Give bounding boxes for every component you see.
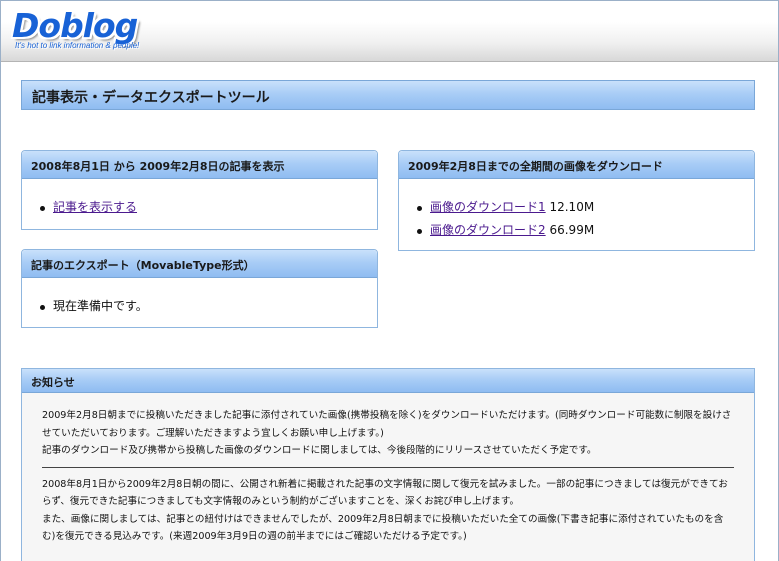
images-panel: 2009年2月8日までの全期間の画像をダウンロード 画像のダウンロード1 12.… [398, 150, 755, 251]
logo-tagline: It's hot to link information & people! [15, 41, 140, 50]
list-item: 現在準備中です。 [40, 295, 377, 318]
notice-divider [42, 466, 734, 468]
page-title: 記事表示・データエクスポートツール [21, 80, 755, 110]
notice-panel: お知らせ 2009年2月8日朝までに投稿いただきました記事に添付されていた画像(… [21, 368, 755, 561]
image-download-1-link[interactable]: 画像のダウンロード1 [430, 200, 546, 214]
images-panel-title: 2009年2月8日までの全期間の画像をダウンロード [399, 151, 754, 179]
articles-list: 記事を表示する [22, 179, 377, 219]
view-articles-link[interactable]: 記事を表示する [53, 200, 137, 214]
notice-body: 2009年2月8日朝までに投稿いただきました記事に添付されていた画像(携帯投稿を… [22, 393, 754, 546]
image-download-1-size: 12.10M [549, 200, 595, 214]
export-panel: 記事のエクスポート（MovableType形式） 現在準備中です。 [21, 249, 378, 328]
list-item: 画像のダウンロード2 66.99M [417, 219, 754, 242]
articles-panel: 2008年8月1日 から 2009年2月8日の記事を表示 記事を表示する [21, 150, 378, 230]
images-list: 画像のダウンロード1 12.10M 画像のダウンロード2 66.99M [399, 179, 754, 242]
notice-title: お知らせ [22, 369, 754, 393]
export-list: 現在準備中です。 [22, 278, 377, 318]
notice-paragraph: また、画像に関しましては、記事との紐付けはできませんでしたが、2009年2月8日… [42, 513, 724, 543]
list-item: 画像のダウンロード1 12.10M [417, 196, 754, 219]
articles-panel-title: 2008年8月1日 から 2009年2月8日の記事を表示 [22, 151, 377, 179]
export-status-text: 現在準備中です。 [53, 299, 148, 313]
image-download-2-link[interactable]: 画像のダウンロード2 [430, 223, 546, 237]
image-download-2-size: 66.99M [549, 223, 595, 237]
list-item: 記事を表示する [40, 196, 377, 219]
doblog-logo[interactable]: Doblog [12, 9, 138, 43]
site-header: Doblog It's hot to link information & pe… [1, 1, 778, 62]
notice-paragraph: 2008年8月1日から2009年2月8日朝の間に、公開され新着に掲載された記事の… [42, 478, 728, 508]
notice-paragraph: 記事のダウンロード及び携帯から投稿した画像のダウンロードに関しましては、今後段階… [42, 445, 597, 456]
export-panel-title: 記事のエクスポート（MovableType形式） [22, 250, 377, 278]
notice-paragraph: 2009年2月8日朝までに投稿いただきました記事に添付されていた画像(携帯投稿を… [42, 410, 732, 439]
